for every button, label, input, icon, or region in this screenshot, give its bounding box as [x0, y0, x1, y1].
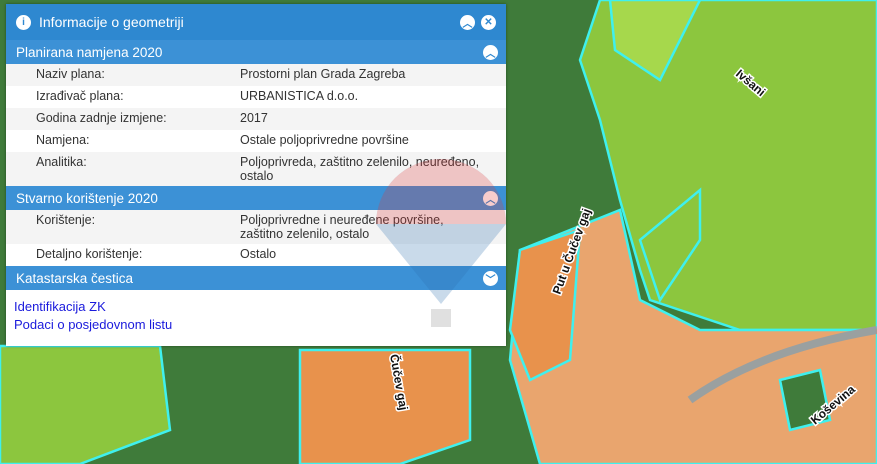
- row-label: Detaljno korištenje:: [36, 247, 143, 261]
- table-row: Namjena: Ostale poljoprivredne površine: [6, 130, 506, 152]
- collapse-panel-icon[interactable]: ︿: [460, 14, 475, 30]
- table-row: Naziv plana: Prostorni plan Grada Zagreba: [6, 64, 506, 86]
- section-title: Katastarska čestica: [16, 270, 134, 286]
- info-icon: i: [16, 14, 31, 30]
- row-value: 2017: [240, 111, 268, 125]
- row-label: Korištenje:: [36, 213, 96, 227]
- row-value: URBANISTICA d.o.o.: [240, 89, 359, 103]
- section-header-planirana[interactable]: Planirana namjena 2020 ︿: [6, 40, 506, 64]
- chevron-up-icon[interactable]: ︿: [483, 44, 498, 60]
- close-icon[interactable]: ✕: [481, 14, 496, 30]
- orange-parcel: [298, 348, 472, 464]
- remax-watermark-logo: [376, 159, 506, 327]
- row-label: Naziv plana:: [36, 67, 105, 81]
- row-value: Prostorni plan Grada Zagreba: [240, 67, 406, 81]
- panel-title: Informacije o geometriji: [39, 14, 184, 30]
- row-value: Ostale poljoprivredne površine: [240, 133, 409, 147]
- geometry-info-panel: i Informacije o geometriji ︿ ✕ Planirana…: [6, 4, 506, 346]
- section-title: Planirana namjena 2020: [16, 44, 163, 60]
- section-title: Stvarno korištenje 2020: [16, 190, 158, 206]
- table-row: Izrađivač plana: URBANISTICA d.o.o.: [6, 86, 506, 108]
- row-label: Izrađivač plana:: [36, 89, 124, 103]
- table-row: Godina zadnje izmjene: 2017: [6, 108, 506, 130]
- row-label: Namjena:: [36, 133, 90, 147]
- panel-header: i Informacije o geometriji ︿ ✕: [6, 4, 506, 40]
- row-label: Analitika:: [36, 155, 87, 169]
- row-label: Godina zadnje izmjene:: [36, 111, 167, 125]
